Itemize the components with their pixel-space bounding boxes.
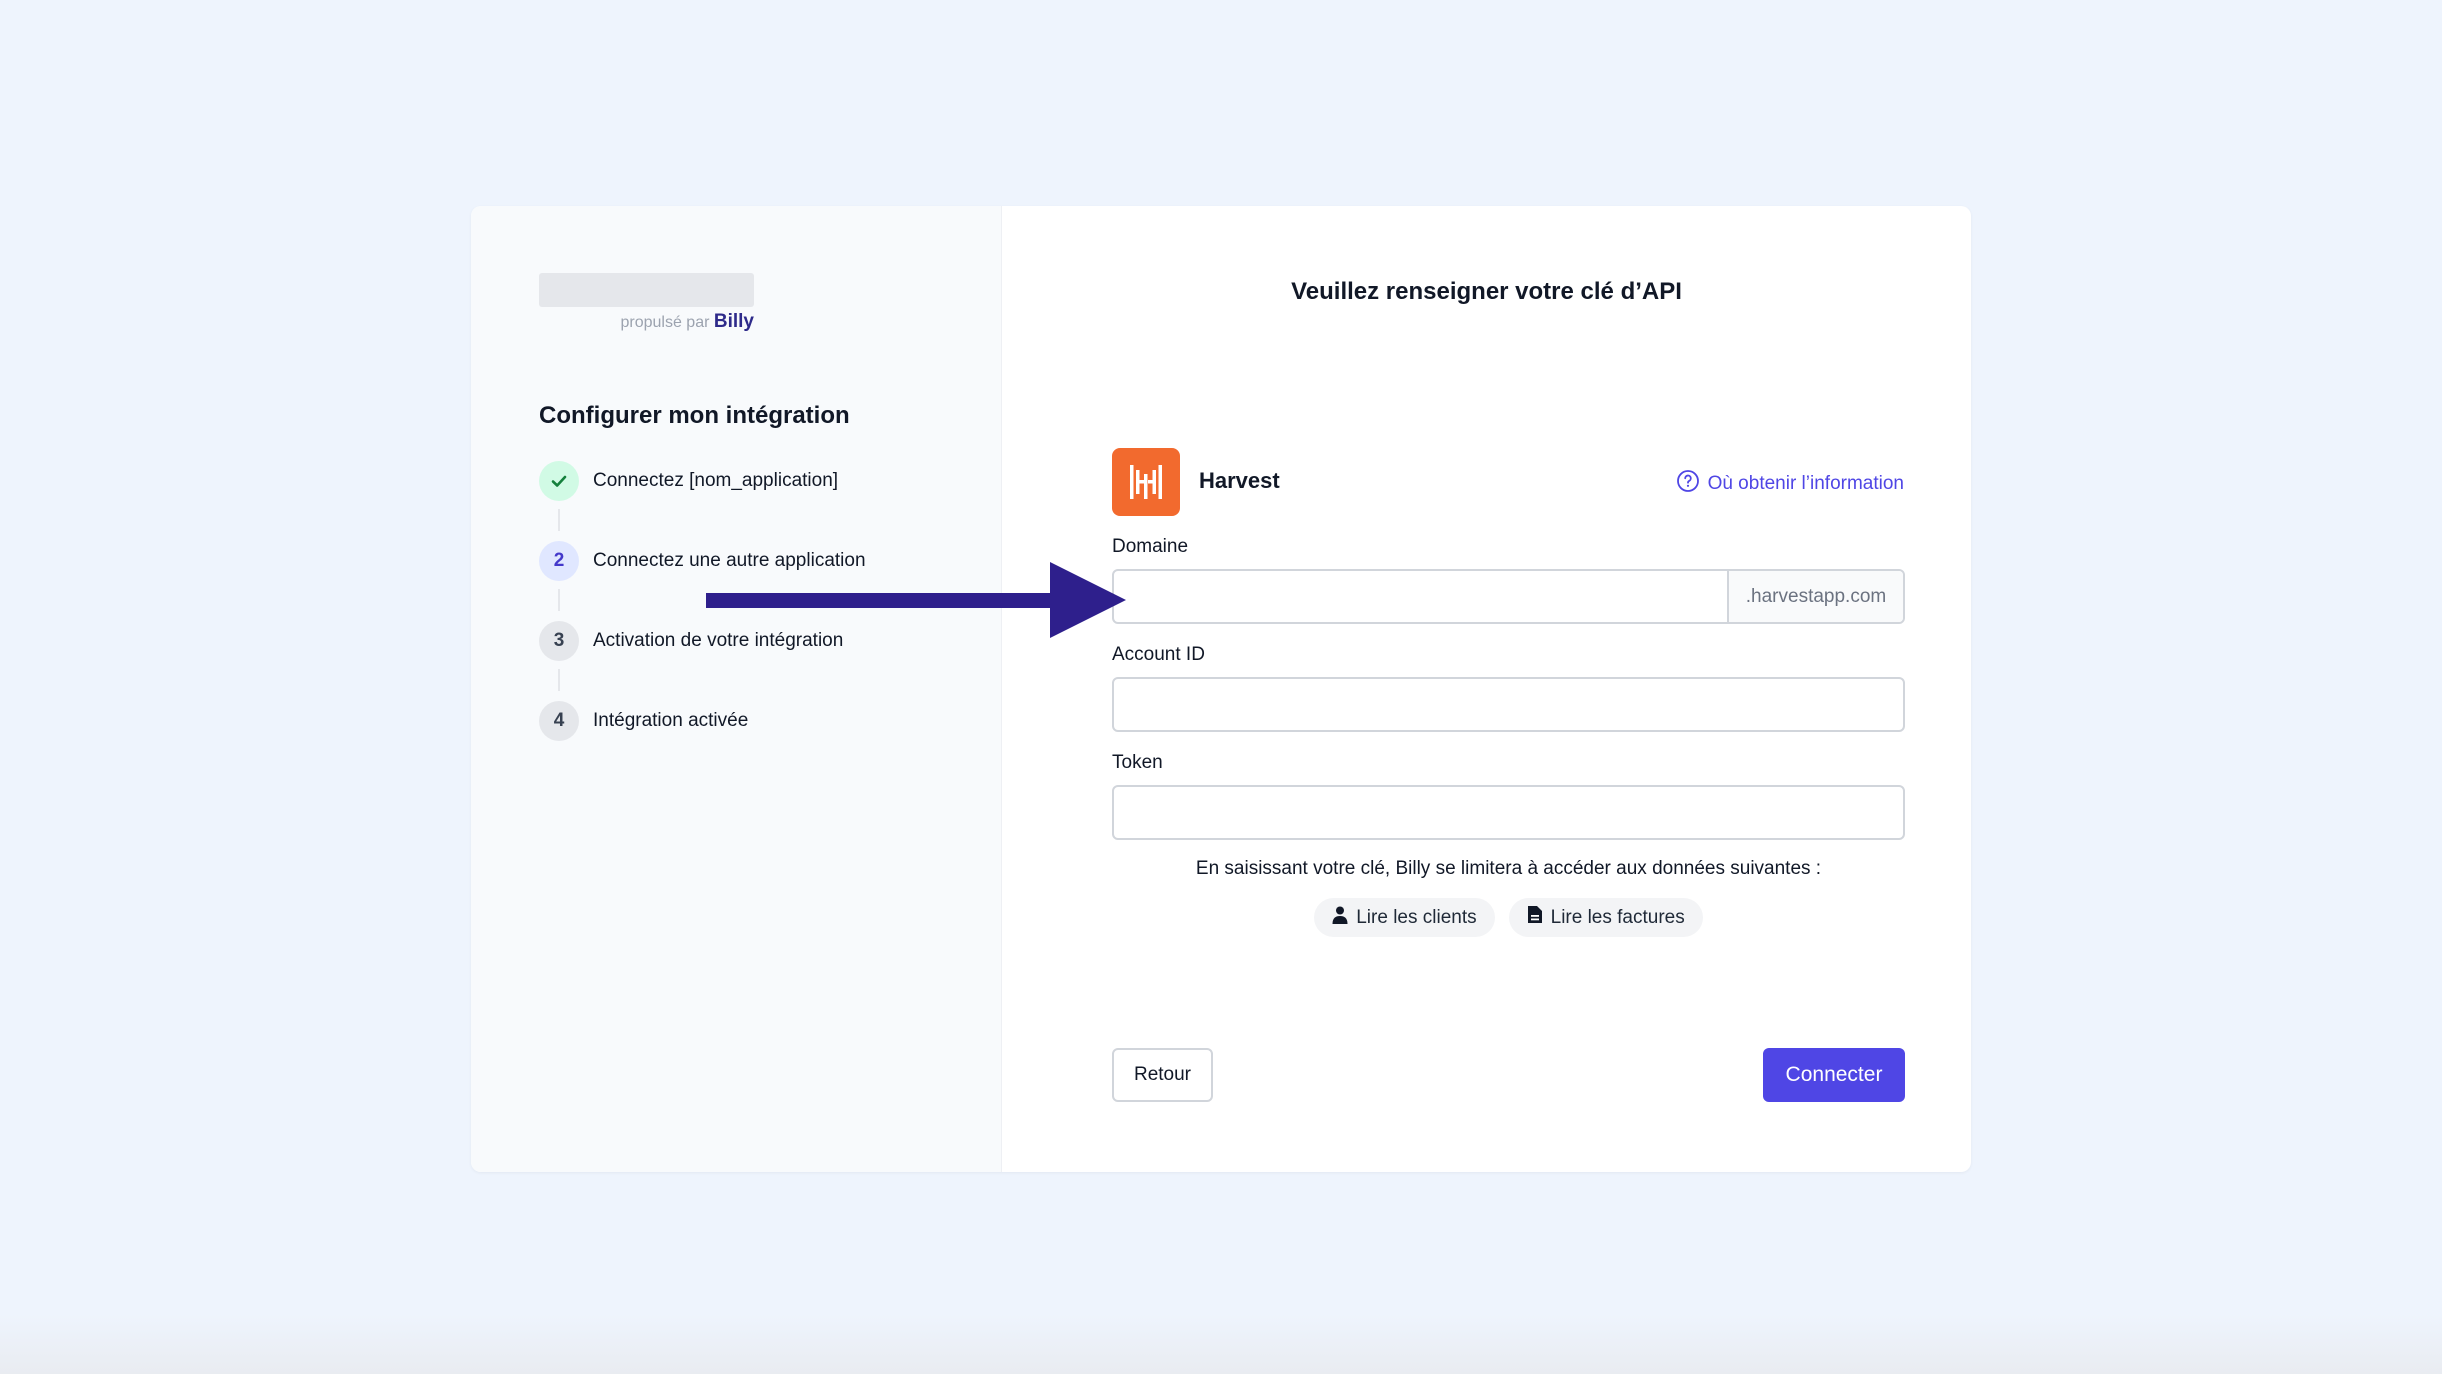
document-icon — [1527, 905, 1543, 930]
step-connector — [558, 669, 560, 691]
permissions-info: En saisissant votre clé, Billy se limite… — [1195, 858, 1822, 879]
permission-label: Lire les clients — [1356, 906, 1477, 928]
account-id-label: Account ID — [1112, 644, 1205, 665]
permission-label: Lire les factures — [1550, 906, 1685, 928]
domain-suffix: .harvestapp.com — [1727, 571, 1903, 622]
step-number: 3 — [539, 621, 579, 661]
token-input[interactable] — [1112, 785, 1905, 840]
help-link[interactable]: Où obtenir l’information — [1676, 469, 1904, 499]
help-icon — [1676, 469, 1700, 499]
arrow-annotation-icon — [706, 560, 1126, 645]
domain-label: Domaine — [1112, 536, 1189, 557]
bottom-fade — [0, 1314, 2442, 1374]
step-label: Intégration activée — [593, 710, 749, 731]
step-connector — [558, 509, 560, 531]
token-label: Token — [1112, 752, 1163, 773]
permissions-list: Lire les clients Lire les factures — [1112, 898, 1905, 937]
sidebar-title: Configurer mon intégration — [539, 402, 850, 429]
step-connector — [558, 589, 560, 611]
domain-input[interactable] — [1114, 571, 1727, 622]
permission-chip: Lire les factures — [1508, 898, 1703, 937]
permission-chip: Lire les clients — [1314, 898, 1495, 937]
user-icon — [1332, 906, 1348, 930]
integration-card: propulsé par Billy Configurer mon intégr… — [471, 206, 1971, 1172]
help-link-label: Où obtenir l’information — [1707, 473, 1904, 494]
step-4: 4 Intégration activée — [539, 701, 748, 741]
step-number: 2 — [539, 541, 579, 581]
logo-placeholder — [539, 273, 754, 307]
account-id-input[interactable] — [1112, 677, 1905, 732]
back-button[interactable]: Retour — [1112, 1048, 1213, 1102]
powered-by-text: propulsé par — [620, 314, 710, 331]
powered-by: propulsé par Billy — [539, 311, 754, 333]
step-number: 4 — [539, 701, 579, 741]
harvest-logo-icon — [1112, 448, 1180, 516]
step-1: Connectez [nom_application] — [539, 461, 838, 501]
connect-button[interactable]: Connecter — [1763, 1048, 1905, 1102]
step-label: Connectez [nom_application] — [593, 470, 839, 491]
brand-name: Billy — [713, 311, 754, 332]
sidebar: propulsé par Billy Configurer mon intégr… — [471, 206, 1002, 1172]
app-name: Harvest — [1199, 468, 1280, 493]
domain-input-group: .harvestapp.com — [1112, 569, 1905, 624]
page-title: Veuillez renseigner votre clé d’API — [1291, 278, 1682, 305]
check-icon — [539, 461, 579, 501]
